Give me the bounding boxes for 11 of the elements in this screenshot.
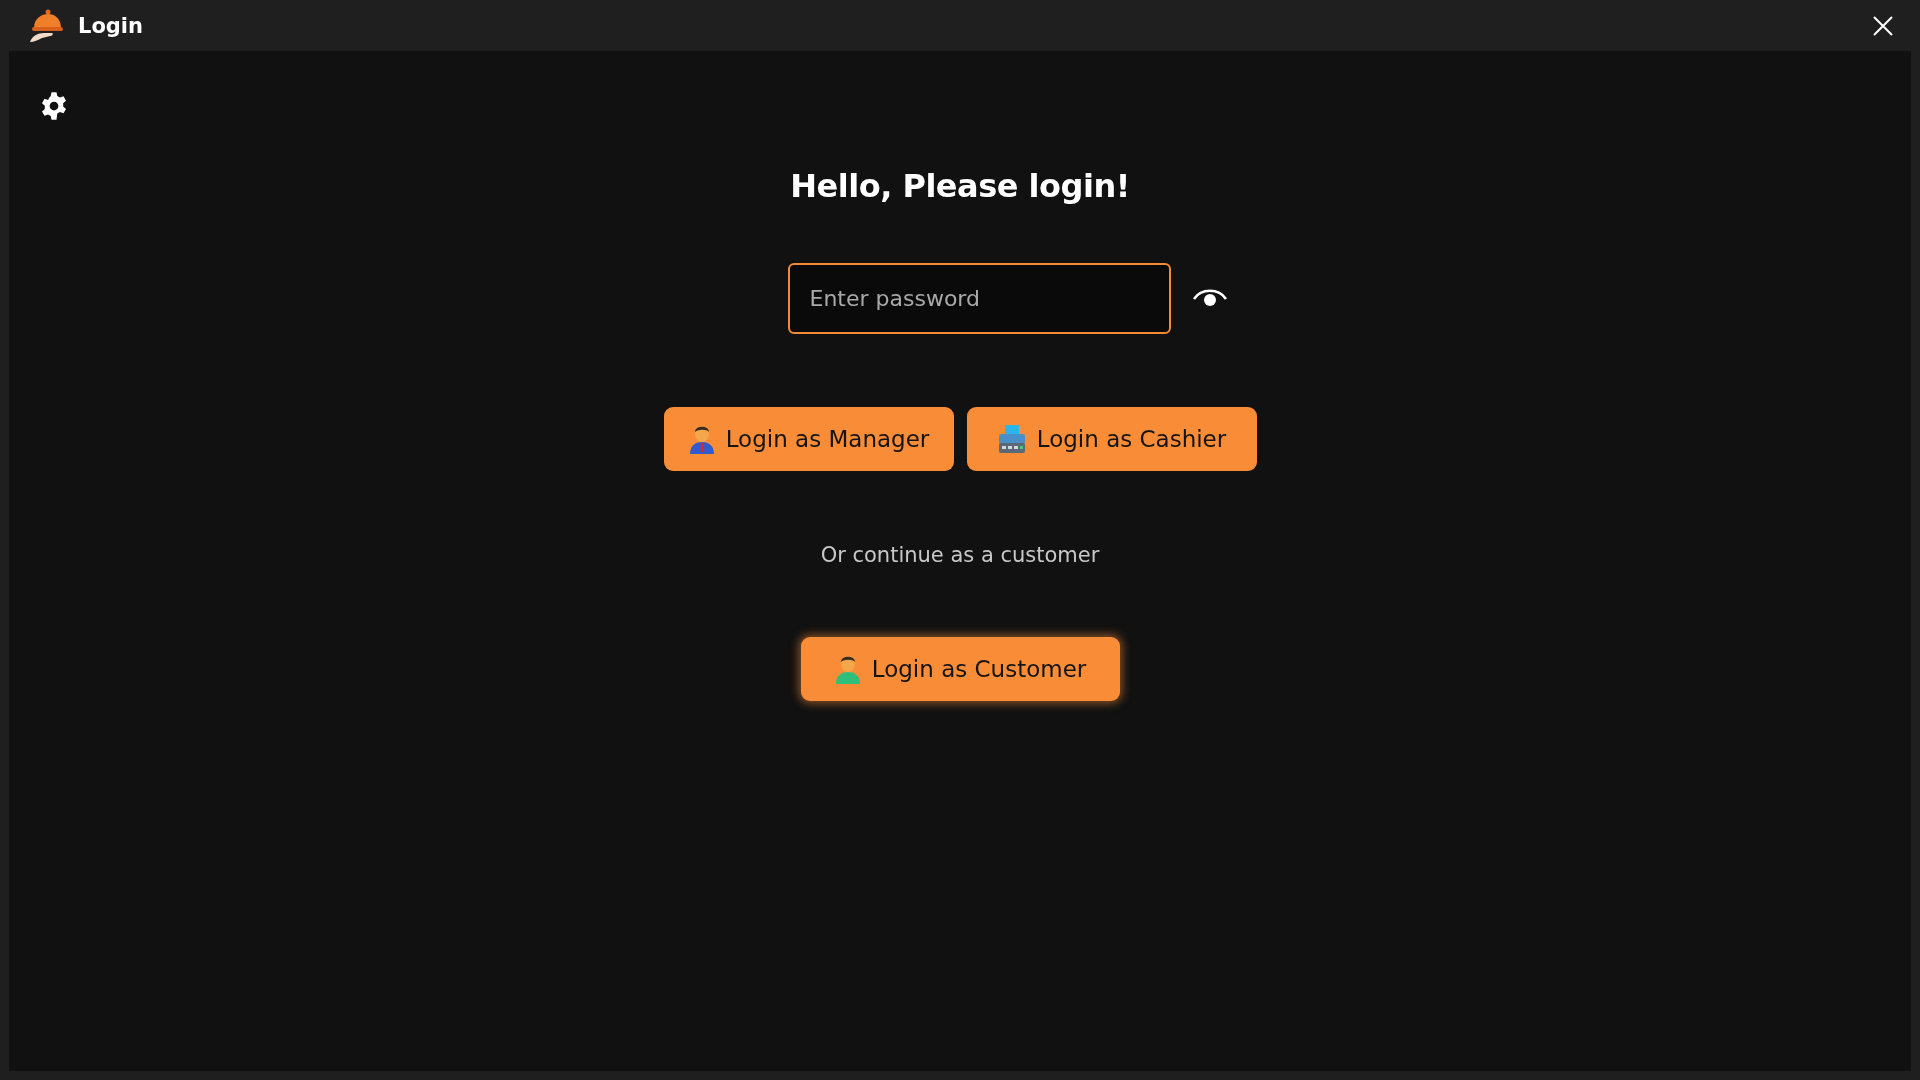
customer-hint: Or continue as a customer [820,543,1100,567]
service-bell-icon [28,7,64,44]
password-field[interactable]: Enter password [787,263,1171,334]
manager-figure-icon [687,423,716,455]
customer-login-button[interactable]: Login as Customer [800,637,1120,701]
person-figure-icon [833,653,862,685]
login-heading: Hello, Please login! [790,167,1130,205]
window-title: Login [78,13,144,38]
cash-register-icon [996,424,1027,454]
manager-login-button[interactable]: Login as Manager [663,407,954,471]
cashier-login-button[interactable]: Login as Cashier [966,407,1257,471]
